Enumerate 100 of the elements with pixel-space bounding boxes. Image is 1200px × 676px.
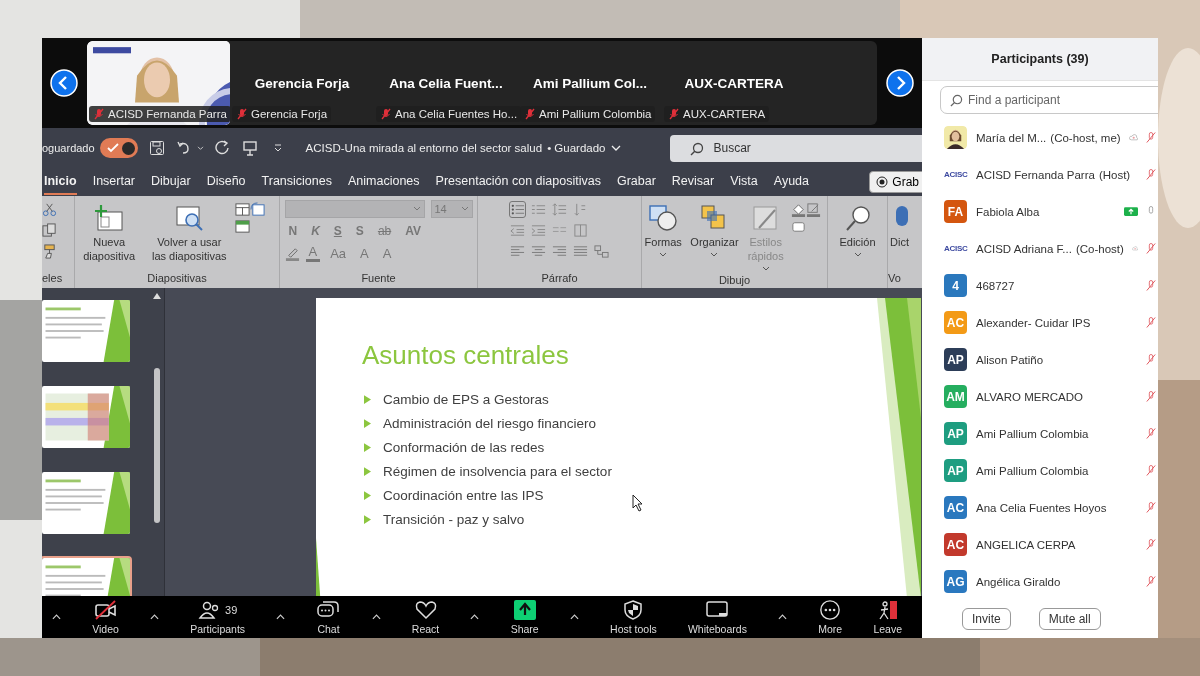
panel-button[interactable]: Mute all bbox=[1038, 608, 1101, 630]
undo-icon[interactable] bbox=[175, 140, 192, 156]
new-slide-icon bbox=[94, 204, 125, 232]
previous-page-button[interactable] bbox=[50, 69, 78, 97]
presentation-icon[interactable] bbox=[241, 140, 258, 156]
ribbon-tab[interactable]: Dibujar bbox=[151, 169, 191, 195]
search-field[interactable]: Find a participant bbox=[940, 86, 1158, 114]
video-button[interactable]: Video bbox=[92, 599, 119, 635]
ribbon-tab[interactable]: Ayuda bbox=[773, 169, 809, 195]
redo-icon[interactable] bbox=[214, 140, 231, 156]
participant-row[interactable]: FA Fabiola Alba bbox=[922, 193, 1158, 230]
up-arrow-icon[interactable] bbox=[152, 292, 162, 300]
host-button[interactable]: Host tools bbox=[610, 599, 657, 635]
ribbon-tab[interactable]: Grabar bbox=[616, 169, 656, 195]
scissors-icon[interactable] bbox=[42, 202, 57, 217]
ribbon-tab[interactable]: Revisar bbox=[671, 169, 715, 195]
avatar: AC bbox=[944, 496, 967, 519]
ribbon-tab[interactable]: Presentación con diapositivas bbox=[435, 169, 601, 195]
participant-name: Alison Patiño bbox=[976, 353, 1044, 366]
slide-thumbnail[interactable] bbox=[42, 384, 132, 450]
ribbon-tab[interactable]: Animaciones bbox=[348, 169, 420, 195]
chat-button[interactable]: Chat bbox=[316, 599, 341, 635]
reset-icon[interactable] bbox=[250, 202, 266, 217]
avatar: AP bbox=[944, 459, 967, 482]
participant-role: (Co-host, me) bbox=[1050, 131, 1121, 144]
caret-icon[interactable] bbox=[569, 614, 579, 620]
caret-icon[interactable] bbox=[196, 145, 204, 151]
slide-thumbnail[interactable] bbox=[42, 470, 132, 536]
copy-icon[interactable] bbox=[42, 223, 57, 238]
ribbon-tab[interactable]: Insertar bbox=[92, 169, 136, 195]
drawing-button[interactable]: Formas bbox=[642, 202, 685, 260]
drawing-button[interactable]: Organizar bbox=[688, 202, 741, 260]
react-button[interactable]: React bbox=[411, 599, 440, 635]
caret-icon[interactable] bbox=[276, 614, 286, 620]
participant-name: Ana Celia Fuentes Hoyos bbox=[976, 501, 1107, 514]
participant-row[interactable]: AC Alexander- Cuidar IPS bbox=[922, 304, 1158, 341]
panel-button[interactable]: Invite bbox=[962, 608, 1011, 630]
participant-row[interactable]: AP Ami Pallium Colombia bbox=[922, 452, 1158, 489]
autosave-toggle[interactable] bbox=[99, 138, 138, 158]
next-page-button[interactable] bbox=[886, 69, 914, 97]
bullet-list-icon[interactable] bbox=[510, 202, 525, 217]
record-button[interactable]: Grab bbox=[869, 171, 922, 193]
slide-thumbnail[interactable] bbox=[42, 298, 132, 364]
whiteboards-button[interactable]: Whiteboards bbox=[687, 599, 747, 635]
caret-icon[interactable] bbox=[778, 614, 788, 620]
participant-row[interactable]: AP Ami Pallium Colombia bbox=[922, 415, 1158, 452]
highlighter-icon[interactable] bbox=[284, 245, 300, 261]
search-icon bbox=[689, 141, 704, 156]
participant-row[interactable]: 4 468727 bbox=[922, 267, 1158, 304]
participant-row[interactable]: ACISC ACISD Adriana F... (Co-host) bbox=[922, 230, 1158, 267]
bullet-text: Cambio de EPS a Gestoras bbox=[383, 391, 549, 407]
ribbon-tab[interactable]: Vista bbox=[730, 169, 758, 195]
bullet-icon bbox=[364, 394, 371, 404]
shape-fill-icon[interactable] bbox=[790, 202, 806, 217]
reuse-slides-button[interactable]: Volver a usar las diapositivas bbox=[147, 202, 232, 266]
dictate-button[interactable]: Dict bbox=[888, 202, 922, 252]
ribbon-tab[interactable]: Transiciones bbox=[261, 169, 332, 195]
editing-button[interactable]: Edición bbox=[830, 202, 885, 260]
participant-row[interactable]: AC ANGELICA CERPA bbox=[922, 526, 1158, 563]
avatar: AC bbox=[944, 311, 967, 334]
participant-name: Ami Pallium Colombia bbox=[520, 106, 656, 122]
ribbon-tab[interactable]: Diseño bbox=[206, 169, 246, 195]
caret-icon bbox=[412, 206, 421, 212]
shape-outline-icon[interactable] bbox=[805, 202, 821, 217]
participant-row[interactable]: AC Ana Celia Fuentes Hoyos bbox=[922, 489, 1158, 526]
group-label: Diapositivas bbox=[147, 272, 207, 286]
smartart-icon[interactable] bbox=[594, 244, 609, 259]
font-name-field[interactable] bbox=[284, 200, 425, 218]
bullet-text: Transición - paz y salvo bbox=[383, 511, 525, 527]
participant-row[interactable]: AP Alison Patiño bbox=[922, 341, 1158, 378]
caret-icon[interactable] bbox=[371, 614, 381, 620]
participant-row[interactable]: AG Angélica Giraldo bbox=[922, 563, 1158, 600]
participant-name: Angélica Giraldo bbox=[976, 575, 1061, 588]
search-field[interactable]: Buscar bbox=[669, 134, 922, 162]
participant-name: ACISD Fernanda Parra bbox=[89, 106, 230, 122]
participant-row[interactable]: ACISC ACISD Fernanda Parra (Host) bbox=[922, 156, 1158, 193]
paintbrush-icon[interactable] bbox=[42, 244, 57, 259]
section-icon[interactable] bbox=[235, 219, 251, 234]
new-slide-button[interactable]: Nueva diapositiva bbox=[75, 202, 144, 266]
bullet-text: Administración del riesgo financiero bbox=[383, 415, 597, 431]
leave-button[interactable]: Leave bbox=[873, 599, 902, 635]
caret-icon[interactable] bbox=[52, 614, 61, 620]
layout-icon[interactable] bbox=[235, 202, 251, 217]
save-icon[interactable] bbox=[148, 140, 165, 156]
bullet-icon bbox=[364, 466, 371, 476]
scrollbar[interactable] bbox=[150, 288, 165, 596]
participants-button[interactable]: 39 Participants bbox=[190, 599, 246, 635]
save-status[interactable]: • Guardado bbox=[547, 142, 606, 154]
participant-tile-name: Gerencia Forja bbox=[254, 75, 350, 91]
share-button[interactable]: Share bbox=[510, 599, 539, 635]
customize-icon[interactable] bbox=[272, 143, 283, 153]
bullet-icon bbox=[364, 418, 371, 428]
group-label: Fuente bbox=[361, 272, 396, 286]
participant-row[interactable]: María del M... (Co-host, me) bbox=[922, 119, 1158, 156]
participant-row[interactable]: AM ALVARO MERCADO bbox=[922, 378, 1158, 415]
caret-icon[interactable] bbox=[470, 614, 480, 620]
caret-icon[interactable] bbox=[150, 614, 160, 620]
shape-effects-icon[interactable] bbox=[790, 219, 806, 234]
more-button[interactable]: More bbox=[818, 599, 843, 635]
share-screen-icon bbox=[1124, 206, 1138, 217]
